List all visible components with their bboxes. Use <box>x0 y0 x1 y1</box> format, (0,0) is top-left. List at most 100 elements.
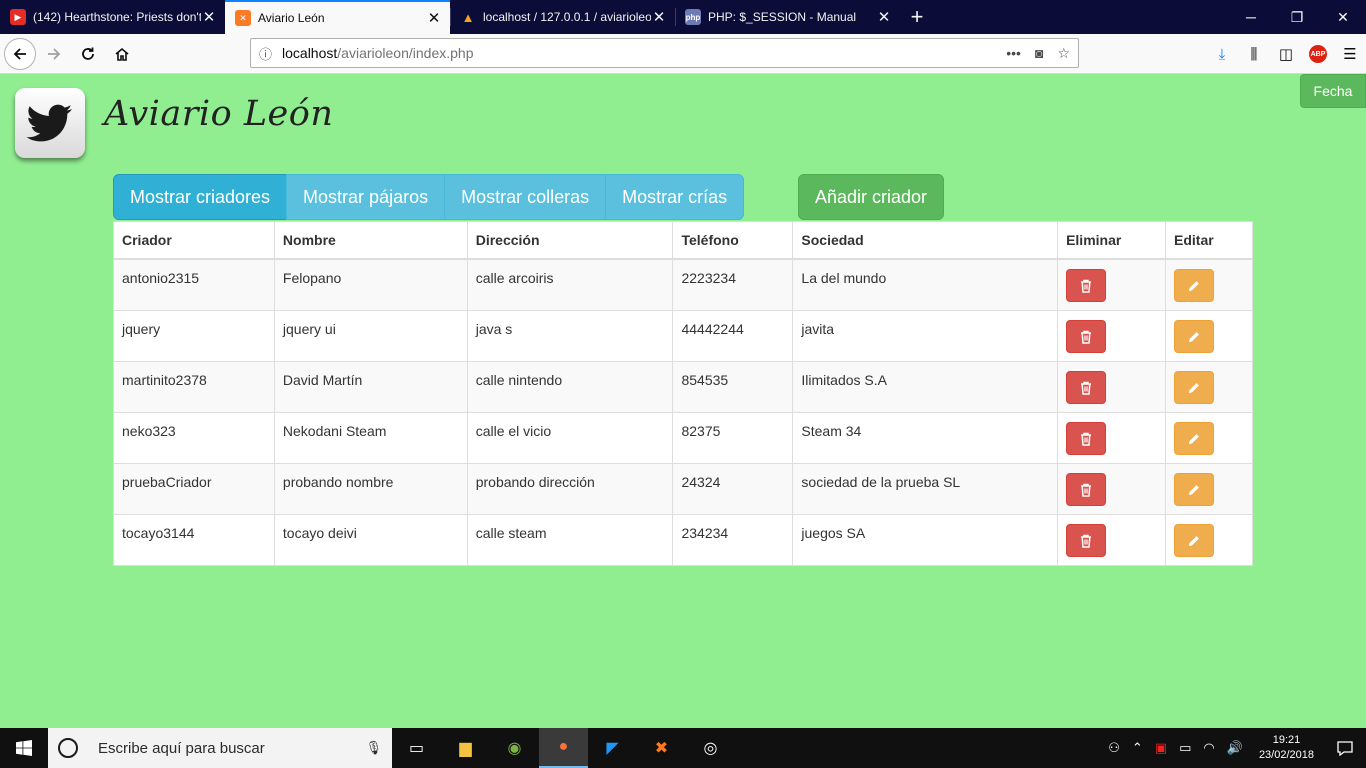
delete-button[interactable] <box>1066 269 1107 302</box>
show-hidden-icons[interactable]: ⌃ <box>1126 740 1149 756</box>
logo <box>15 88 85 158</box>
new-tab-button[interactable]: + <box>900 0 934 34</box>
clock-time: 19:21 <box>1272 734 1301 746</box>
android-studio-icon[interactable]: ◉ <box>490 728 539 768</box>
table-cell: 82375 <box>672 412 794 464</box>
edit-cell <box>1165 310 1253 362</box>
sidebar-icon[interactable]: ◫ <box>1270 45 1302 63</box>
volume-icon[interactable]: 🔊 <box>1221 740 1249 756</box>
show-chicks-button[interactable]: Mostrar crías <box>605 174 745 220</box>
delete-button[interactable] <box>1066 422 1107 455</box>
xampp-taskbar-icon[interactable]: ✖ <box>637 728 686 768</box>
close-tab-icon[interactable]: ✕ <box>876 8 892 26</box>
adblock-icon[interactable]: ABP <box>1309 45 1327 63</box>
forward-button[interactable] <box>38 38 70 70</box>
acrobat-icon[interactable]: ▣ <box>1149 740 1173 756</box>
browser-tab-youtube[interactable]: ▶ (142) Hearthstone: Priests don't ✕ <box>0 0 225 34</box>
table-row: neko323 Nekodani Steam calle el vicio 82375… <box>113 412 1253 464</box>
table-cell: antonio2315 <box>113 258 275 311</box>
browser-tab-aviario[interactable]: ✕ Aviario León ✕ <box>225 0 450 34</box>
column-header: Nombre <box>273 221 468 260</box>
git-app-icon[interactable]: ◎ <box>686 728 735 768</box>
show-breeders-button[interactable]: Mostrar criadores <box>113 174 288 220</box>
download-icon[interactable]: ⤓ <box>1206 46 1238 63</box>
clock[interactable]: 19:21 23/02/2018 <box>1249 733 1324 763</box>
reload-button[interactable] <box>72 38 104 70</box>
pencil-icon <box>1187 330 1201 344</box>
php-icon: php <box>685 9 701 25</box>
delete-cell <box>1057 361 1167 413</box>
edit-button[interactable] <box>1174 422 1215 455</box>
pocket-icon[interactable]: ◙ <box>1035 45 1043 62</box>
table-cell: calle arcoiris <box>466 258 674 311</box>
table-cell: javita <box>792 310 1059 362</box>
delete-cell <box>1057 310 1167 362</box>
pencil-icon <box>1187 483 1201 497</box>
delete-cell <box>1057 412 1167 464</box>
system-tray: ⚇ ⌃ ▣ ▭ ◠ 🔊 19:21 23/02/2018 <box>1102 728 1366 768</box>
browser-tab-php-manual[interactable]: php PHP: $_SESSION - Manual ✕ <box>675 0 900 34</box>
start-button[interactable] <box>0 728 48 768</box>
delete-button[interactable] <box>1066 320 1107 353</box>
close-tab-icon[interactable]: ✕ <box>426 9 442 27</box>
close-tab-icon[interactable]: ✕ <box>651 8 667 26</box>
search-placeholder: Escribe aquí para buscar <box>98 739 265 757</box>
more-actions-icon[interactable]: ••• <box>1006 45 1021 62</box>
people-icon[interactable]: ⚇ <box>1102 740 1126 756</box>
info-icon[interactable]: ⓘ <box>259 44 272 63</box>
windows-logo-icon <box>16 740 32 756</box>
battery-icon[interactable]: ▭ <box>1173 740 1197 756</box>
fecha-button[interactable]: Fecha <box>1300 74 1366 108</box>
reload-icon <box>82 47 94 60</box>
table-row: pruebaCriador probando nombre probando dir… <box>113 463 1253 515</box>
file-explorer-icon[interactable]: ▆ <box>441 728 490 768</box>
delete-cell <box>1057 258 1167 311</box>
table-cell: probando dirección <box>466 463 674 515</box>
back-button[interactable] <box>4 37 36 70</box>
close-window-icon[interactable]: ✕ <box>1320 0 1366 34</box>
minimize-icon[interactable]: ─ <box>1228 0 1274 34</box>
edit-button[interactable] <box>1174 320 1215 353</box>
page-content: Aviario León Fecha Mostrar criadores Mos… <box>0 74 1366 728</box>
vscode-icon[interactable]: ◤ <box>588 728 637 768</box>
taskbar-search[interactable]: Escribe aquí para buscar 🎙 <box>48 728 392 768</box>
youtube-icon: ▶ <box>10 9 26 25</box>
url-actions: ••• ◙ ☆ <box>1006 45 1070 62</box>
delete-cell <box>1057 463 1167 515</box>
table-cell: 24324 <box>672 463 794 515</box>
table-cell: probando nombre <box>273 463 468 515</box>
firefox-icon[interactable]: ● <box>539 728 588 768</box>
url-host: localhost <box>282 45 338 61</box>
bookmark-star-icon[interactable]: ☆ <box>1057 45 1070 62</box>
edit-button[interactable] <box>1174 473 1215 506</box>
url-bar[interactable]: ⓘ localhost/aviarioleon/index.php ••• ◙ … <box>250 38 1079 68</box>
show-birds-button[interactable]: Mostrar pájaros <box>286 174 446 220</box>
wifi-icon[interactable]: ◠ <box>1197 740 1220 756</box>
task-view-icon[interactable]: ▭ <box>392 728 441 768</box>
menu-icon[interactable]: ☰ <box>1334 45 1366 63</box>
edit-button[interactable] <box>1174 371 1215 404</box>
phpmyadmin-icon: ▲ <box>461 9 475 25</box>
tab-title: Aviario León <box>258 11 325 25</box>
browser-tab-phpmyadmin[interactable]: ▲ localhost / 127.0.0.1 / aviarioleo ✕ <box>450 0 675 34</box>
add-breeder-button[interactable]: Añadir criador <box>798 174 945 220</box>
table-cell: La del mundo <box>792 258 1059 311</box>
notification-icon[interactable] <box>1324 740 1366 756</box>
home-button[interactable] <box>106 38 138 70</box>
forward-arrow-icon <box>48 47 61 60</box>
library-icon[interactable]: ⫼ <box>1238 46 1270 63</box>
restore-icon[interactable]: ❐ <box>1274 0 1320 34</box>
table-header-row: Criador Nombre Dirección Teléfono Socied… <box>113 221 1253 260</box>
table-cell: tocayo3144 <box>113 514 275 566</box>
edit-button[interactable] <box>1174 269 1215 302</box>
delete-button[interactable] <box>1066 524 1107 557</box>
delete-button[interactable] <box>1066 473 1107 506</box>
tab-title: PHP: $_SESSION - Manual <box>708 10 857 24</box>
close-tab-icon[interactable]: ✕ <box>201 8 217 26</box>
column-header: Dirección <box>466 221 674 260</box>
delete-button[interactable] <box>1066 371 1107 404</box>
microphone-icon[interactable]: 🎙 <box>365 740 382 756</box>
window-controls: ─ ❐ ✕ <box>1228 0 1366 34</box>
edit-button[interactable] <box>1174 524 1215 557</box>
show-pairs-button[interactable]: Mostrar colleras <box>444 174 607 220</box>
